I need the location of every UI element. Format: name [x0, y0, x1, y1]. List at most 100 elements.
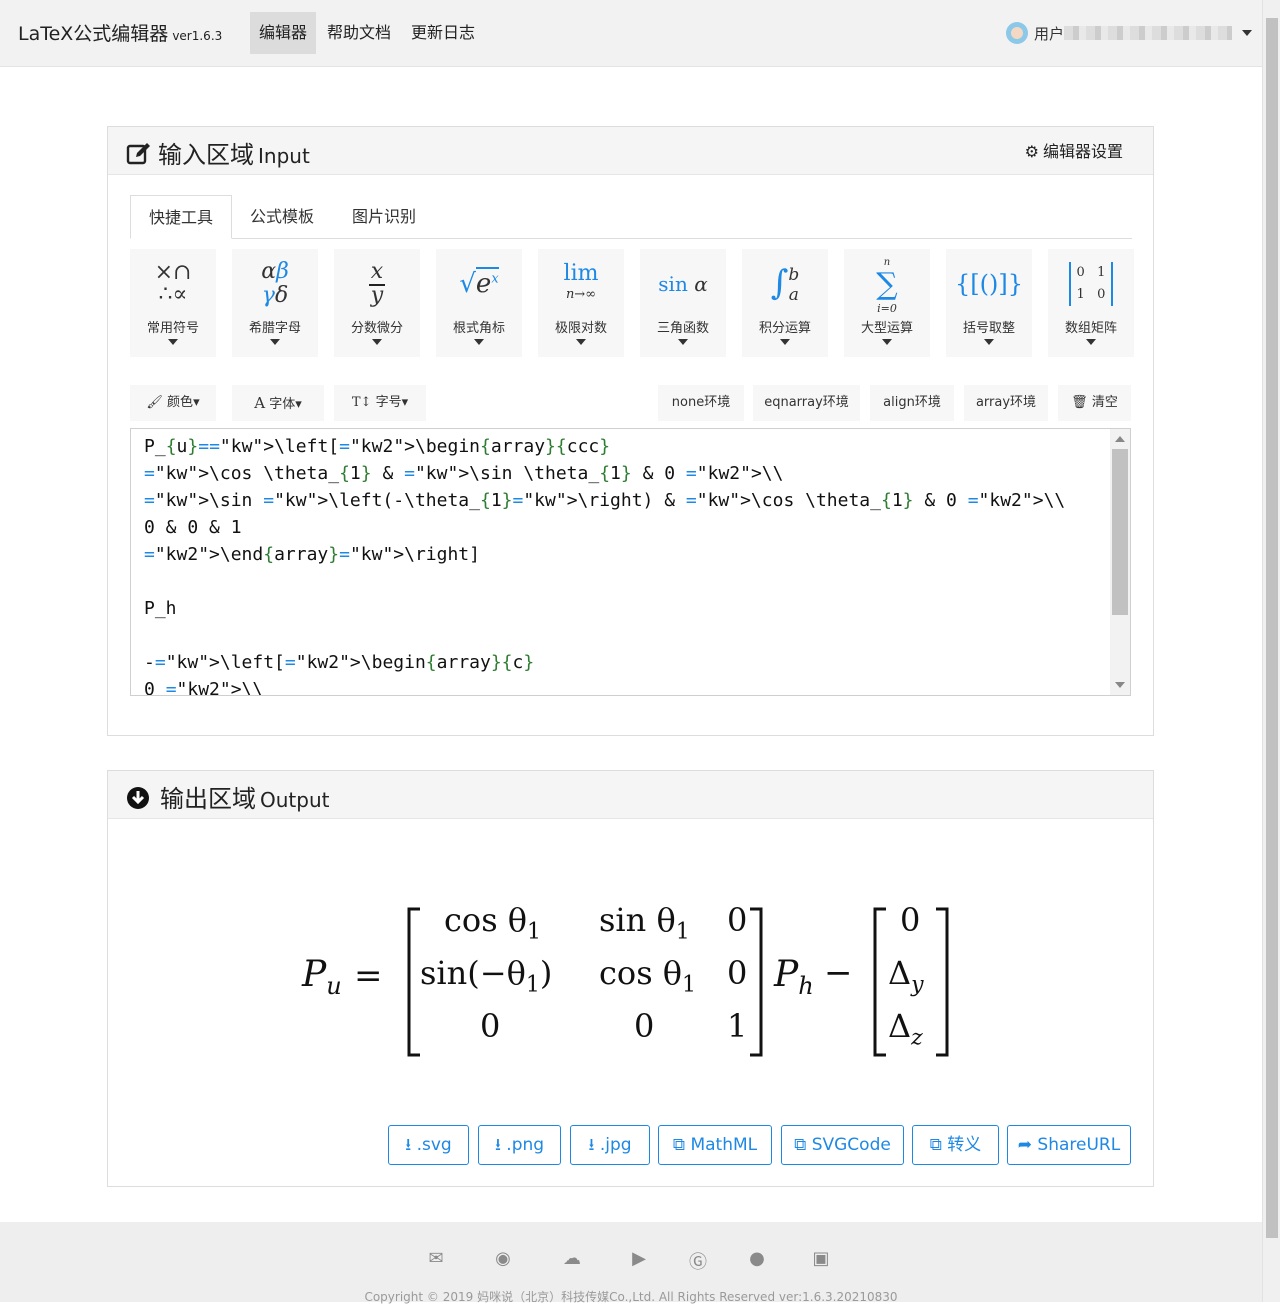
tool-large-operators[interactable]: n ∑ i=0 大型运算 [844, 249, 930, 357]
download-svg-button[interactable]: ⭳ .svg [388, 1125, 469, 1165]
download-png-button[interactable]: ⭳ .png [478, 1125, 561, 1165]
input-title-en: Input [258, 144, 310, 168]
nav-help-docs[interactable]: 帮助文档 [318, 12, 400, 54]
nav-changelog[interactable]: 更新日志 [402, 12, 484, 54]
color-label: 颜色 [167, 395, 194, 410]
copy-icon: ⧉ [794, 1135, 807, 1155]
code-line[interactable]: P_h [144, 595, 1065, 622]
scroll-down-icon[interactable] [1115, 682, 1125, 688]
tool-label: 分数微分 [350, 321, 403, 336]
output-panel-title: 输出区域 Output [126, 779, 329, 814]
download-jpg-button[interactable]: ⭳ .jpg [570, 1125, 650, 1165]
tab-formula-templates[interactable]: 公式模板 [232, 195, 332, 239]
brand-version: ver1.6.3 [172, 29, 223, 43]
matrix-icon: 0 11 0 [1048, 255, 1134, 313]
matrix-cell-1-2: sin θ1 [599, 901, 690, 944]
chevron-down-icon [1242, 30, 1253, 36]
code-line[interactable]: ="kw">\sin ="kw">\left(-\theta_{1}="kw">… [144, 487, 1065, 514]
tool-fractions[interactable]: xy 分数微分 [334, 249, 420, 357]
env-array-button[interactable]: array环境 [964, 385, 1048, 421]
tool-greek-letters[interactable]: αβ γδ 希腊字母 [232, 249, 318, 357]
env-align-button[interactable]: align环境 [870, 385, 954, 421]
download-icon: ⭳ [494, 1135, 501, 1155]
youtube-icon[interactable]: ▣ [810, 1248, 832, 1269]
matrix-cell-2-3: 0 [727, 954, 748, 992]
code-line[interactable]: ="kw2">\end{array}="kw">\right] [144, 541, 1065, 568]
wechat-icon[interactable]: ☁ [561, 1248, 583, 1269]
chevron-down-icon [780, 339, 790, 345]
vector-cell-2-delta: Δ [888, 954, 912, 992]
env-none-button[interactable]: none环境 [658, 385, 744, 421]
output-title-cn: 输出区域 [160, 785, 256, 813]
common-symbols-icon: ×∩ ∴∝ [154, 260, 192, 307]
copy-svgcode-button[interactable]: ⧉ SVGCode [781, 1125, 904, 1165]
font-label: 字体 [269, 397, 296, 412]
tab-image-recognition[interactable]: 图片识别 [334, 195, 434, 239]
download-svg-label: .svg [416, 1135, 452, 1155]
code-line[interactable]: P_{u}=="kw">\left[="kw2">\begin{array}{c… [144, 433, 1065, 460]
matrix-cell-2-1: sin(−θ1) [420, 954, 553, 998]
tool-common-symbols[interactable]: ×∩ ∴∝ 常用符号 [130, 249, 216, 357]
latex-code-editor[interactable]: P_{u}=="kw">\left[="kw2">\begin{array}{c… [130, 428, 1131, 696]
input-panel: 输入区域 Input ⚙ 编辑器设置 快捷工具 公式模板 图片识别 ×∩ ∴∝ 常用符… [107, 126, 1154, 736]
play-icon[interactable]: ▶ [628, 1248, 650, 1269]
formula-ph: Ph [774, 954, 814, 1000]
page-scrollbar-thumb[interactable] [1266, 18, 1278, 1238]
page-scrollbar[interactable] [1262, 0, 1280, 1302]
copy-mathml-button[interactable]: ⧉ MathML [658, 1125, 772, 1165]
env-eqnarray-button[interactable]: eqnarray环境 [753, 385, 860, 421]
code-line[interactable] [144, 622, 1065, 649]
font-button[interactable]: A 字体▾ [232, 385, 324, 421]
user-menu[interactable]: 用户 [1006, 22, 1253, 46]
tool-radicals[interactable]: √ex 根式角标 [436, 249, 522, 357]
code-line[interactable] [144, 568, 1065, 595]
font-size-button[interactable]: T↕ 字号▾ [334, 385, 426, 421]
share-url-button[interactable]: ➦ ShareURL [1007, 1125, 1131, 1165]
tool-label: 大型运算 [860, 321, 913, 336]
formula-equals: = [354, 956, 383, 996]
edit-icon [126, 143, 150, 165]
google-icon[interactable]: Ⓖ [687, 1248, 709, 1273]
chevron-down-icon [474, 339, 484, 345]
mail-icon[interactable]: ✉ [425, 1248, 447, 1269]
chevron-down-icon [168, 339, 178, 345]
code-line[interactable]: -="kw">\left[="kw2">\begin{array}{c} [144, 649, 1065, 676]
code-line[interactable]: ="kw">\cos \theta_{1} & ="kw">\sin \thet… [144, 460, 1065, 487]
app-brand[interactable]: LaTeX公式编辑器 ver1.6.3 [18, 19, 222, 46]
editor-scrollbar[interactable] [1110, 429, 1130, 695]
matrix-cell-3-2: 0 [634, 1007, 655, 1045]
tool-limits-logs[interactable]: lim n→∞ 极限对数 [538, 249, 624, 357]
clear-button[interactable]: 🗑 清空 [1058, 385, 1131, 421]
output-title-en: Output [260, 788, 330, 812]
tool-trig-functions[interactable]: sin α 三角函数 [640, 249, 726, 357]
tool-arrays-matrices[interactable]: 0 11 0 数组矩阵 [1048, 249, 1134, 357]
matrix-cell-2-1-text: sin(−θ [420, 954, 526, 992]
arrow-down-circle-icon [127, 787, 149, 809]
copy-escaped-button[interactable]: ⧉ 转义 [912, 1125, 999, 1165]
download-icon: ⭳ [405, 1135, 412, 1155]
tool-integrals[interactable]: ∫b a 积分运算 [742, 249, 828, 357]
color-button[interactable]: 🖌 颜色▾ [130, 385, 216, 421]
brush-icon: 🖌 [146, 395, 163, 410]
tool-label: 极限对数 [554, 321, 607, 336]
download-icon: ⭳ [588, 1135, 595, 1155]
tab-quick-tools[interactable]: 快捷工具 [130, 195, 233, 239]
copy-mathml-label: MathML [690, 1135, 758, 1155]
tool-label: 根式角标 [452, 321, 505, 336]
github-icon[interactable]: ● [746, 1248, 768, 1269]
matrix-cell-2-2-text: cos θ [599, 954, 683, 992]
nav-editor[interactable]: 编辑器 [250, 12, 317, 54]
latex-code-text[interactable]: P_{u}=="kw">\left[="kw2">\begin{array}{c… [144, 433, 1065, 695]
matrix-cell-2-2: cos θ1 [599, 954, 696, 997]
editor-scrollbar-thumb[interactable] [1112, 449, 1128, 615]
copyright-text: Copyright © 2019 妈咪说（北京）科技传媒Co.,Ltd. All… [364, 1290, 898, 1304]
weibo-icon[interactable]: ◉ [492, 1248, 514, 1269]
input-panel-header: 输入区域 Input ⚙ 编辑器设置 [108, 127, 1153, 175]
code-line[interactable]: 0 & 0 & 1 [144, 514, 1065, 541]
tool-brackets[interactable]: {[()]} 括号取整 [946, 249, 1032, 357]
code-line[interactable]: 0 ="kw2">\\ [144, 676, 1065, 695]
editor-settings-button[interactable]: ⚙ 编辑器设置 [1012, 136, 1135, 168]
tool-label: 三角函数 [656, 321, 709, 336]
matrix-cell-3-3: 1 [727, 1007, 748, 1045]
scroll-up-icon[interactable] [1115, 436, 1125, 442]
